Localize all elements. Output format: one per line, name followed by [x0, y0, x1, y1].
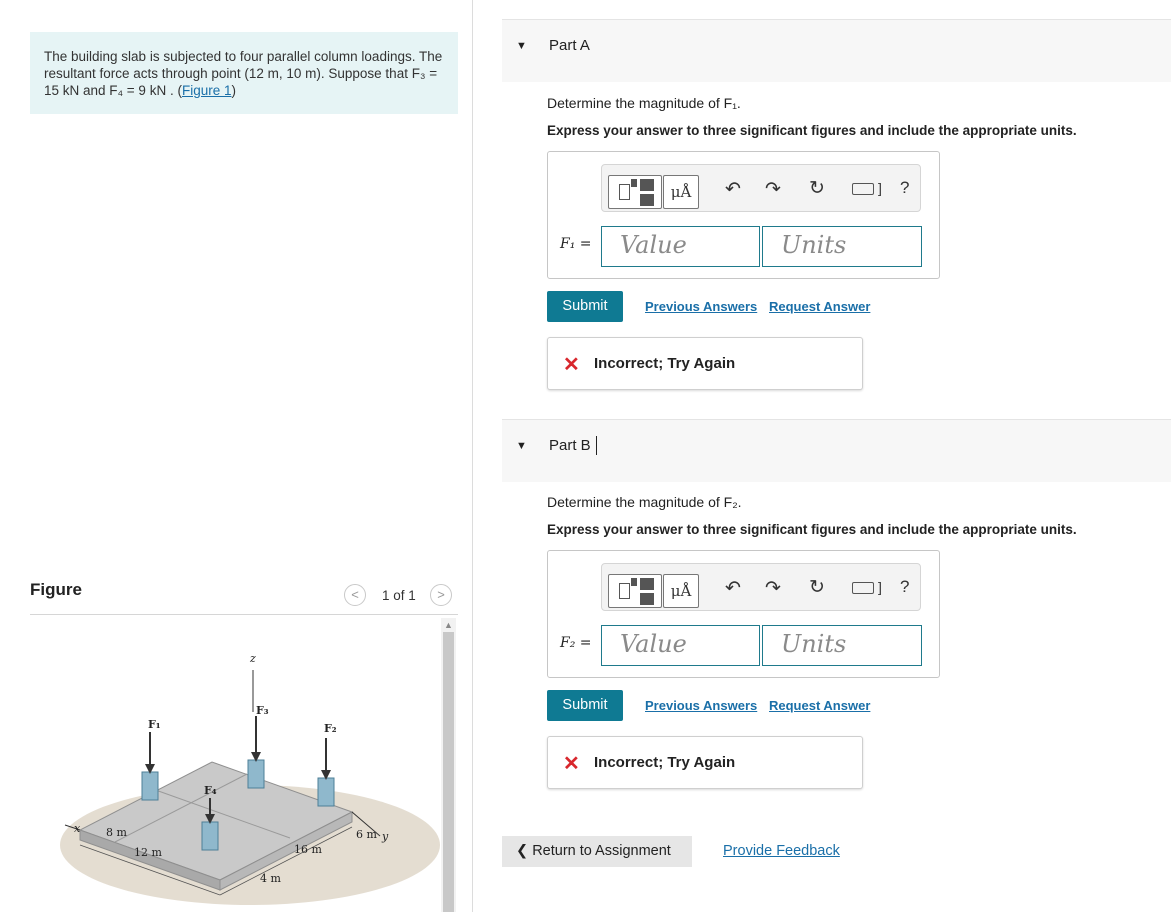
z-axis-label: z [249, 652, 256, 665]
slab-figure: z x y F₁ F₂ F₃ F₄ 8 m 12 m 16 m 6 m 4 m [60, 640, 440, 912]
redo-icon[interactable]: ↷ [765, 178, 781, 201]
undo-icon[interactable]: ↶ [725, 178, 741, 201]
f2-label: F₂ [324, 722, 337, 735]
problem-statement: The building slab is subjected to four p… [30, 32, 458, 114]
part-b-request-answer-link[interactable]: Request Answer [769, 698, 870, 713]
part-a-request-answer-link[interactable]: Request Answer [769, 299, 870, 314]
f2-variable-label: F₂ = [560, 635, 592, 651]
part-b-feedback-text: Incorrect; Try Again [594, 754, 736, 771]
chevron-left-icon: < [351, 587, 359, 602]
incorrect-x-icon: ✕ [563, 753, 580, 775]
dim-6m: 6 m [356, 828, 377, 841]
part-b-value-input[interactable]: Value [601, 625, 760, 666]
chevron-right-icon: > [437, 587, 445, 602]
templates-button[interactable] [608, 574, 662, 608]
chevron-left-icon: ❮ [516, 843, 533, 859]
provide-feedback-link[interactable]: Provide Feedback [723, 843, 840, 859]
dim-4m: 4 m [260, 872, 281, 885]
problem-text: The building slab is subjected to four p… [44, 49, 443, 98]
undo-icon[interactable]: ↶ [725, 577, 741, 600]
figure-title: Figure [30, 580, 82, 599]
part-b-submit-button[interactable]: Submit [547, 690, 623, 721]
f4-label: F₄ [204, 784, 217, 797]
part-a-value-input[interactable]: Value [601, 226, 760, 267]
keyboard-icon[interactable] [852, 582, 874, 594]
part-a-instruction: Express your answer to three significant… [547, 123, 1077, 138]
part-b-instruction: Express your answer to three significant… [547, 522, 1077, 537]
figure-divider [30, 614, 458, 615]
slab-diagram: z x y F₁ F₂ F₃ F₄ 8 m 12 m 16 m 6 m 4 m [60, 652, 440, 905]
help-icon[interactable]: ? [900, 178, 909, 198]
dim-16m: 16 m [294, 843, 322, 856]
help-icon[interactable]: ? [900, 577, 909, 597]
part-b-question: Determine the magnitude of F₂. [547, 494, 742, 510]
figure-link[interactable]: Figure 1 [182, 83, 232, 98]
pane-divider[interactable] [472, 0, 473, 912]
part-b-header[interactable]: ▼ Part B [502, 419, 1171, 482]
dim-12m: 12 m [134, 846, 162, 859]
collapse-triangle-icon[interactable]: ▼ [516, 440, 527, 452]
units-icon: μÅ [670, 582, 692, 600]
units-button[interactable]: μÅ [663, 574, 699, 608]
part-a-label: Part A [549, 37, 590, 54]
part-a-feedback: ✕ Incorrect; Try Again [547, 337, 863, 390]
part-b-toolbar: μÅ ↶ ↷ ↻ ] ? [601, 563, 921, 611]
part-a-header[interactable]: ▼ Part A [502, 19, 1171, 82]
part-a-units-input[interactable]: Units [762, 226, 922, 267]
figure-scroll-thumb[interactable] [443, 632, 454, 912]
f3-label: F₃ [256, 704, 269, 717]
part-a-feedback-text: Incorrect; Try Again [594, 355, 736, 372]
units-icon: μÅ [670, 183, 692, 201]
part-a-submit-button[interactable]: Submit [547, 291, 623, 322]
x-axis-label: x [74, 822, 81, 835]
part-b-units-input[interactable]: Units [762, 625, 922, 666]
part-a-question: Determine the magnitude of F₁. [547, 95, 741, 111]
prev-figure-button[interactable]: < [344, 584, 366, 606]
figure-page-count: 1 of 1 [382, 588, 416, 603]
incorrect-x-icon: ✕ [563, 354, 580, 376]
y-axis-label: y [381, 830, 389, 843]
part-a-previous-answers-link[interactable]: Previous Answers [645, 299, 757, 314]
return-to-assignment-button[interactable]: ❮ Return to Assignment [502, 836, 692, 867]
text-cursor [596, 436, 597, 455]
f1-label: F₁ [148, 718, 161, 731]
templates-icon [619, 583, 630, 599]
part-a-answer-box: μÅ ↶ ↷ ↻ ] ? F₁ = Value Units [547, 151, 940, 279]
part-b-answer-box: μÅ ↶ ↷ ↻ ] ? F₂ = Value Units [547, 550, 940, 678]
part-b-feedback: ✕ Incorrect; Try Again [547, 736, 863, 789]
scroll-up-arrow-icon[interactable]: ▲ [441, 618, 456, 632]
f1-variable-label: F₁ = [560, 236, 592, 252]
units-button[interactable]: μÅ [663, 175, 699, 209]
collapse-triangle-icon[interactable]: ▼ [516, 40, 527, 52]
templates-icon [619, 184, 630, 200]
dim-8m: 8 m [106, 826, 127, 839]
redo-icon[interactable]: ↷ [765, 577, 781, 600]
part-b-previous-answers-link[interactable]: Previous Answers [645, 698, 757, 713]
reset-icon[interactable]: ↻ [809, 177, 825, 200]
keyboard-icon[interactable] [852, 183, 874, 195]
reset-icon[interactable]: ↻ [809, 576, 825, 599]
templates-button[interactable] [608, 175, 662, 209]
part-a-toolbar: μÅ ↶ ↷ ↻ ] ? [601, 164, 921, 212]
part-b-label: Part B [549, 437, 591, 454]
next-figure-button[interactable]: > [430, 584, 452, 606]
